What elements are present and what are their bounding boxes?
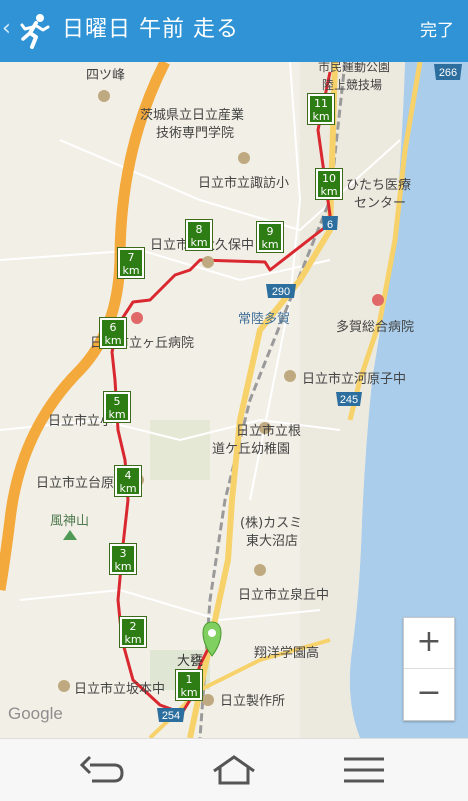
place-label: (株)カスミ — [240, 516, 303, 531]
zoom-controls: + − — [403, 617, 455, 721]
done-button[interactable]: 完了 — [420, 18, 454, 44]
place-label: 茨城県立日立産業 — [140, 108, 245, 123]
zoom-in-button[interactable]: + — [404, 618, 454, 669]
app-header: ‹ 日曜日 午前 走る 完了 — [0, 0, 468, 62]
home-icon[interactable] — [210, 753, 258, 787]
place-label: 風神山 — [50, 514, 90, 529]
km-marker-7[interactable]: 7 km — [118, 248, 144, 278]
zoom-out-button[interactable]: − — [404, 669, 454, 719]
place-label: 陸上競技場 — [322, 78, 383, 92]
place-label: 道ケ丘幼稚園 — [212, 442, 291, 457]
shield-266: 266 — [439, 67, 457, 79]
shield-6: 6 — [327, 219, 333, 231]
place-label: 多賀総合病院 — [336, 320, 415, 335]
menu-icon[interactable] — [340, 753, 388, 787]
km-marker-5[interactable]: 5 km — [104, 392, 130, 422]
place-label: 大甕 — [177, 654, 204, 669]
km-marker-11[interactable]: 11 km — [308, 94, 334, 124]
place-label: 日立市立河原子中 — [302, 372, 407, 387]
place-label: 市民運動公園 — [318, 62, 391, 74]
place-label: 日立市立諏訪小 — [198, 176, 290, 191]
place-label: 翔洋学園高 — [254, 646, 320, 661]
place-label: センター — [354, 196, 407, 211]
map-base: 266 6 290 245 254 — [0, 62, 468, 738]
place-label: 日立製作所 — [220, 694, 286, 709]
km-marker-8[interactable]: 8 km — [186, 220, 212, 250]
place-label: 日立市立坂本中 — [74, 682, 166, 697]
km-marker-9[interactable]: 9 km — [257, 222, 283, 252]
shield-254: 254 — [162, 710, 180, 722]
runner-icon — [20, 14, 50, 49]
shield-290: 290 — [272, 286, 290, 298]
place-label: 常陸多賀 — [238, 312, 291, 327]
place-label: 四ツ峰 — [86, 68, 126, 83]
place-label: ひたち医療 — [346, 178, 412, 193]
page-title: 日曜日 午前 走る — [62, 17, 239, 42]
place-label: 日立市立台原 — [36, 476, 115, 491]
km-marker-1[interactable]: 1 km — [176, 670, 202, 700]
place-label: 日立市立泉丘中 — [238, 588, 330, 603]
km-marker-4[interactable]: 4 km — [115, 466, 141, 496]
shield-245: 245 — [340, 394, 358, 406]
back-chevron-icon[interactable]: ‹ — [2, 16, 11, 42]
place-label: 技術専門学院 — [156, 126, 235, 141]
km-marker-10[interactable]: 10 km — [316, 169, 342, 199]
km-marker-6[interactable]: 6 km — [100, 318, 126, 348]
place-label: 日立市立根 — [236, 424, 302, 439]
system-nav-bar — [0, 738, 468, 801]
google-attribution: Google — [8, 704, 63, 723]
back-icon[interactable] — [78, 753, 126, 787]
km-marker-3[interactable]: 3 km — [110, 544, 136, 574]
place-label: 東大沼店 — [246, 534, 299, 549]
km-marker-2[interactable]: 2 km — [120, 617, 146, 647]
route-map[interactable]: 266 6 290 245 254 四ツ峰 市民運動公園 陸上競技場 茨城県立日… — [0, 62, 468, 738]
